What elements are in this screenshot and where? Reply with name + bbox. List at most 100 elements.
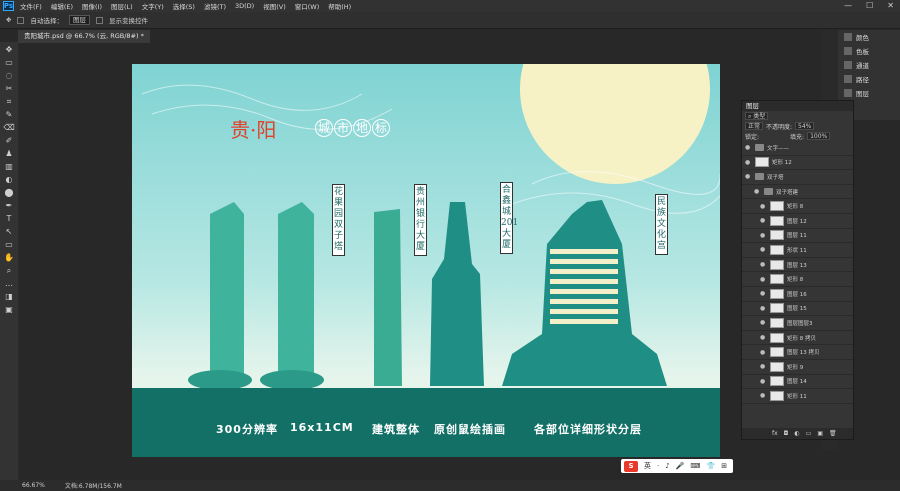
menu-3d[interactable]: 3D(D) (235, 2, 254, 10)
panel-channels[interactable]: 通道 (838, 58, 900, 72)
eye-icon[interactable]: ● (760, 290, 767, 297)
menu-file[interactable]: 文件(F) (20, 1, 42, 11)
fill-input[interactable]: 100% (807, 132, 831, 140)
menu-select[interactable]: 选择(S) (173, 1, 195, 11)
menu-view[interactable]: 视图(V) (263, 1, 286, 11)
panel-color[interactable]: 颜色 (838, 30, 900, 44)
layer-row[interactable]: ● 矩形 8 拷贝 (742, 331, 853, 346)
quick-mask-icon[interactable]: ▣ (4, 305, 15, 315)
layer-row[interactable]: ● 图层 14 (742, 375, 853, 390)
menu-help[interactable]: 帮助(H) (328, 1, 351, 11)
eye-icon[interactable]: ● (760, 232, 767, 239)
trash-icon[interactable]: 🗑 (829, 430, 837, 437)
hand-icon[interactable]: ✋ (4, 253, 15, 263)
adjustment-icon[interactable]: ◐ (794, 430, 799, 437)
maximize-button[interactable]: ☐ (866, 1, 873, 10)
ime-skin-icon[interactable]: 👕 (707, 462, 716, 470)
lasso-icon[interactable]: ◌ (4, 71, 15, 81)
eye-icon[interactable]: ● (760, 378, 767, 385)
document-tab[interactable]: 贵阳城市.psd @ 66.7% (云, RGB/8#) * (18, 30, 150, 43)
pen-icon[interactable]: ✒ (4, 201, 15, 211)
panel-paths[interactable]: 路径 (838, 72, 900, 86)
more-tools-icon[interactable]: … (4, 279, 15, 289)
layer-row[interactable]: ● 图层 13 (742, 258, 853, 273)
ime-keyboard-icon[interactable]: ⌨ (690, 462, 700, 470)
marquee-icon[interactable]: ▭ (4, 58, 15, 68)
move-icon[interactable]: ✥ (4, 45, 15, 55)
auto-select-dropdown[interactable]: 图层 (68, 15, 90, 25)
blend-mode-dropdown[interactable]: 正常 (745, 122, 764, 130)
mask-icon[interactable]: ◘ (784, 430, 789, 437)
layer-row[interactable]: ● 双子塔建 (742, 185, 853, 200)
zoom-level[interactable]: 66.67% (22, 482, 45, 489)
eye-icon[interactable]: ● (760, 392, 767, 399)
gradient-icon[interactable]: ⬤ (4, 188, 15, 198)
ime-menu-icon[interactable]: ⊞ (721, 462, 727, 470)
new-group-icon[interactable]: ▭ (806, 430, 812, 437)
document-canvas[interactable]: 贵·阳 城市地标 花果园双子塔 贵州银行大厦 合鑫城201大厦 民族文化宫 30… (132, 64, 720, 457)
ime-language-toggle[interactable]: 英 (644, 461, 651, 471)
auto-select-checkbox[interactable] (17, 16, 25, 24)
opacity-input[interactable]: 54% (795, 122, 815, 130)
crop-icon[interactable]: ⌗ (4, 97, 15, 107)
eye-icon[interactable]: ● (760, 319, 767, 326)
layer-row[interactable]: ● 图层 15 (742, 302, 853, 317)
zoom-icon[interactable]: ⌕ (4, 266, 15, 276)
layer-row[interactable]: ● 图层 12 (742, 214, 853, 229)
healing-icon[interactable]: ⌫ (4, 123, 15, 133)
layer-row[interactable]: ● 矩形 9 (742, 360, 853, 375)
ime-music-icon[interactable]: ♪ (665, 462, 669, 470)
eye-icon[interactable]: ● (760, 261, 767, 268)
layer-row[interactable]: ● 双子塔 (742, 170, 853, 185)
path-select-icon[interactable]: ↖ (4, 227, 15, 237)
transform-controls-checkbox[interactable] (95, 16, 103, 24)
layer-row[interactable]: ● 形状 11 (742, 243, 853, 258)
layer-row[interactable]: ● 文字—— (742, 141, 853, 156)
eye-icon[interactable]: ● (760, 334, 767, 341)
minimize-button[interactable]: — (844, 1, 852, 10)
eye-icon[interactable]: ● (760, 305, 767, 312)
layer-row[interactable]: ● 矩形 8 (742, 272, 853, 287)
layer-row[interactable]: ● 矩形 8 (742, 199, 853, 214)
layer-row[interactable]: ● 矩形 12 (742, 156, 853, 171)
move-tool-icon[interactable]: ✥ (6, 16, 11, 24)
menu-image[interactable]: 图像(I) (82, 1, 102, 11)
panel-swatches[interactable]: 色板 (838, 44, 900, 58)
eye-icon[interactable]: ● (760, 349, 767, 356)
quick-select-icon[interactable]: ✂ (4, 84, 15, 94)
layer-filter-dropdown[interactable]: ⌕ 类型 (745, 112, 769, 120)
history-brush-icon[interactable]: ▥ (4, 162, 15, 172)
eye-icon[interactable]: ● (760, 246, 767, 253)
ime-mic-icon[interactable]: 🎤 (676, 462, 685, 470)
eye-icon[interactable]: ● (760, 276, 767, 283)
stamp-icon[interactable]: ♟ (4, 149, 15, 159)
ime-punctuation-icon[interactable]: · (657, 462, 659, 470)
eye-icon[interactable]: ● (745, 173, 752, 180)
fx-icon[interactable]: fx (772, 430, 778, 437)
eye-icon[interactable]: ● (745, 159, 752, 166)
sogou-logo-icon[interactable]: S (624, 460, 638, 472)
layer-row[interactable]: ● 图层 13 拷贝 (742, 345, 853, 360)
type-icon[interactable]: T (4, 214, 15, 224)
menu-window[interactable]: 窗口(W) (295, 1, 320, 11)
menu-layer[interactable]: 图层(L) (111, 1, 133, 11)
eye-icon[interactable]: ● (760, 217, 767, 224)
layer-row[interactable]: ● 图层 11 (742, 229, 853, 244)
menu-edit[interactable]: 编辑(E) (51, 1, 73, 11)
brush-icon[interactable]: ✐ (4, 136, 15, 146)
menu-filter[interactable]: 滤镜(T) (204, 1, 226, 11)
eraser-icon[interactable]: ◐ (4, 175, 15, 185)
eye-icon[interactable]: ● (745, 144, 752, 151)
eye-icon[interactable]: ● (760, 203, 767, 210)
shape-icon[interactable]: ▭ (4, 240, 15, 250)
color-swatch-icon[interactable]: ◨ (4, 292, 15, 302)
layer-row[interactable]: ● 图层 16 (742, 287, 853, 302)
panel-layers[interactable]: 图层 (838, 86, 900, 100)
layer-row[interactable]: ● 图层图层3 (742, 316, 853, 331)
layer-row[interactable]: ● 矩形 11 (742, 389, 853, 404)
close-button[interactable]: ✕ (887, 1, 894, 10)
eyedropper-icon[interactable]: ✎ (4, 110, 15, 120)
menu-type[interactable]: 文字(Y) (142, 1, 164, 11)
eye-icon[interactable]: ● (760, 363, 767, 370)
eye-icon[interactable]: ● (754, 188, 761, 195)
